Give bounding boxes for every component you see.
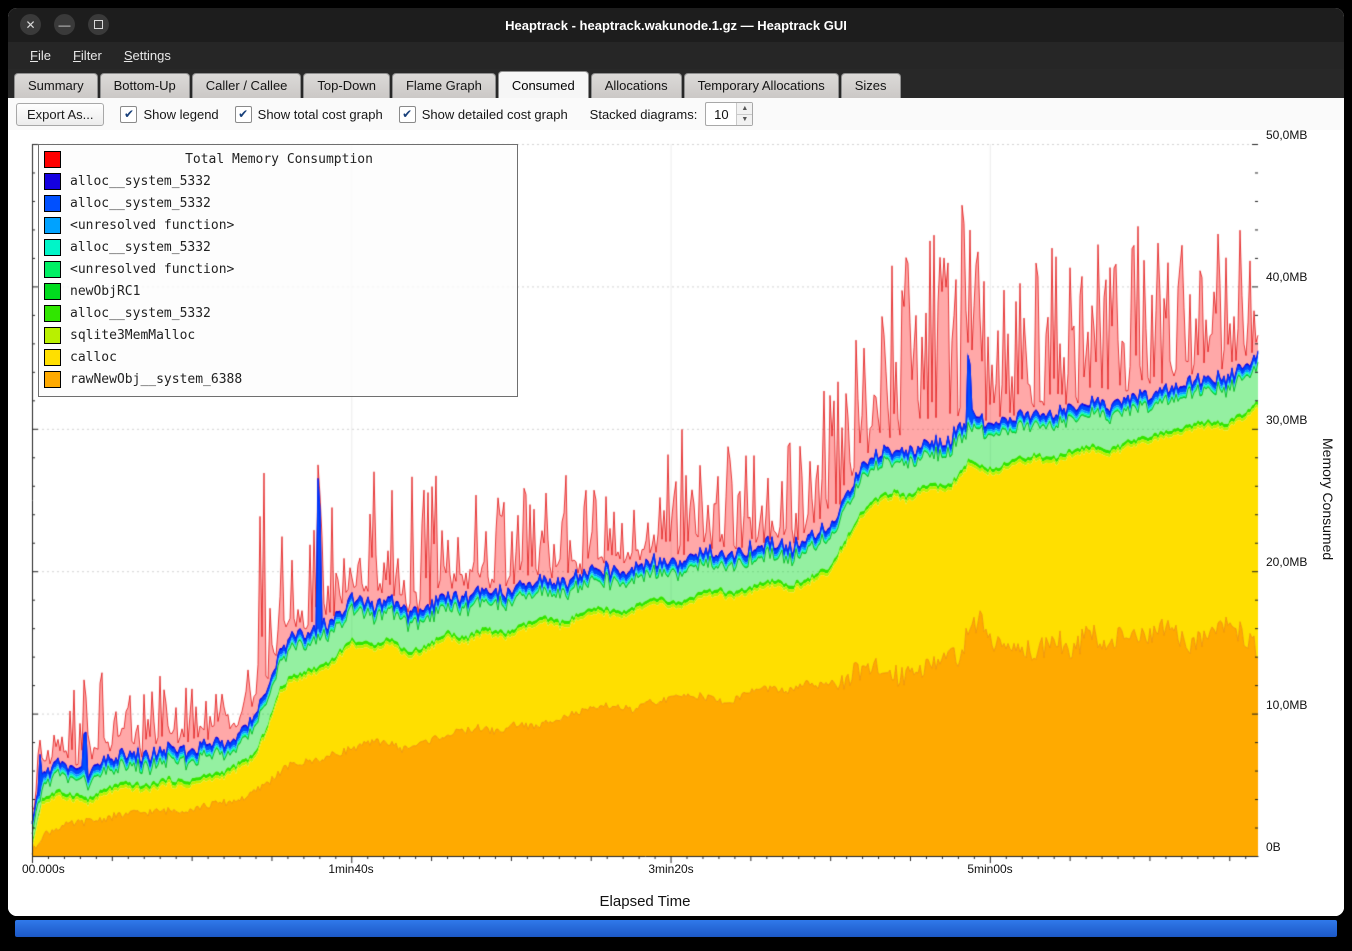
tab-flame-graph[interactable]: Flame Graph xyxy=(392,73,496,98)
tab-bottom-up[interactable]: Bottom-Up xyxy=(100,73,190,98)
legend-item: alloc__system_5332 xyxy=(44,170,512,192)
tab-temporary-allocations[interactable]: Temporary Allocations xyxy=(684,73,839,98)
window-controls: ✕ — xyxy=(20,14,109,35)
window-title: Heaptrack - heaptrack.wakunode.1.gz — He… xyxy=(505,18,847,33)
tab-top-down[interactable]: Top-Down xyxy=(303,73,390,98)
legend-swatch xyxy=(44,283,61,300)
desktop-panel xyxy=(15,920,1337,937)
legend-item: alloc__system_5332 xyxy=(44,192,512,214)
y-tick-label: 0B xyxy=(1266,840,1281,854)
heaptrack-window: ✕ — Heaptrack - heaptrack.wakunode.1.gz … xyxy=(8,8,1344,916)
minimize-icon: — xyxy=(59,18,71,32)
maximize-icon xyxy=(94,20,103,29)
legend-item: <unresolved function> xyxy=(44,214,512,236)
tab-bar: Summary Bottom-Up Caller / Callee Top-Do… xyxy=(8,69,1344,98)
x-axis-title: Elapsed Time xyxy=(32,893,1258,910)
legend-swatch xyxy=(44,371,61,388)
close-button[interactable]: ✕ xyxy=(20,14,41,35)
titlebar[interactable]: ✕ — Heaptrack - heaptrack.wakunode.1.gz … xyxy=(8,8,1344,42)
y-tick-label: 10,0MB xyxy=(1266,698,1307,712)
checkbox-label: Show legend xyxy=(143,107,218,122)
legend-swatch xyxy=(44,305,61,322)
spinner-value: 10 xyxy=(706,103,736,125)
x-tick-label: 3min20s xyxy=(648,862,693,876)
legend-swatch xyxy=(44,261,61,278)
chart-legend: Total Memory Consumption alloc__system_5… xyxy=(38,144,518,397)
legend-swatch-total xyxy=(44,151,61,168)
show-total-cost-checkbox[interactable]: ✔ Show total cost graph xyxy=(235,106,383,123)
y-tick-label: 20,0MB xyxy=(1266,555,1307,569)
show-legend-checkbox[interactable]: ✔ Show legend xyxy=(120,106,218,123)
legend-title-row: Total Memory Consumption xyxy=(44,148,512,170)
spinner-up-icon[interactable]: ▲ xyxy=(737,103,752,115)
tab-consumed[interactable]: Consumed xyxy=(498,71,589,98)
legend-swatch xyxy=(44,173,61,190)
menu-settings[interactable]: Settings xyxy=(114,45,181,66)
y-tick-label: 40,0MB xyxy=(1266,270,1307,284)
legend-item: <unresolved function> xyxy=(44,258,512,280)
tab-caller-callee[interactable]: Caller / Callee xyxy=(192,73,302,98)
chart-area: Total Memory Consumption alloc__system_5… xyxy=(8,130,1344,916)
checkbox-checked-icon: ✔ xyxy=(120,106,137,123)
legend-swatch xyxy=(44,217,61,234)
menu-filter[interactable]: Filter xyxy=(63,45,112,66)
tab-allocations[interactable]: Allocations xyxy=(591,73,682,98)
y-axis-title: Memory Consumed xyxy=(1320,438,1336,560)
x-tick-label: 5min00s xyxy=(967,862,1012,876)
menubar: File Filter Settings xyxy=(8,42,1344,69)
checkbox-label: Show total cost graph xyxy=(258,107,383,122)
tab-sizes[interactable]: Sizes xyxy=(841,73,901,98)
legend-item: newObjRC1 xyxy=(44,280,512,302)
legend-swatch xyxy=(44,239,61,256)
legend-item: calloc xyxy=(44,346,512,368)
desktop-background: ✕ — Heaptrack - heaptrack.wakunode.1.gz … xyxy=(0,0,1352,951)
stacked-diagrams-spinner[interactable]: 10 ▲ ▼ xyxy=(705,102,753,126)
spinner-buttons: ▲ ▼ xyxy=(736,103,752,125)
legend-item: alloc__system_5332 xyxy=(44,302,512,324)
legend-item: sqlite3MemMalloc xyxy=(44,324,512,346)
tab-summary[interactable]: Summary xyxy=(14,73,98,98)
x-tick-label: 1min40s xyxy=(328,862,373,876)
legend-swatch xyxy=(44,195,61,212)
show-detailed-cost-checkbox[interactable]: ✔ Show detailed cost graph xyxy=(399,106,568,123)
y-tick-label: 30,0MB xyxy=(1266,413,1307,427)
legend-item: alloc__system_5332 xyxy=(44,236,512,258)
legend-title: Total Memory Consumption xyxy=(70,152,488,167)
legend-swatch xyxy=(44,349,61,366)
minimize-button[interactable]: — xyxy=(54,14,75,35)
menu-file[interactable]: File xyxy=(20,45,61,66)
checkbox-checked-icon: ✔ xyxy=(399,106,416,123)
legend-swatch xyxy=(44,327,61,344)
maximize-button[interactable] xyxy=(88,14,109,35)
legend-item: rawNewObj__system_6388 xyxy=(44,368,512,390)
close-icon: ✕ xyxy=(25,18,35,32)
checkbox-label: Show detailed cost graph xyxy=(422,107,568,122)
x-tick-label: 00.000s xyxy=(22,862,65,876)
toolbar: Export As... ✔ Show legend ✔ Show total … xyxy=(8,98,1344,131)
export-as-button[interactable]: Export As... xyxy=(16,103,104,126)
stacked-diagrams-label: Stacked diagrams: xyxy=(590,107,698,122)
y-tick-label: 50,0MB xyxy=(1266,128,1307,142)
checkbox-checked-icon: ✔ xyxy=(235,106,252,123)
spinner-down-icon[interactable]: ▼ xyxy=(737,115,752,126)
